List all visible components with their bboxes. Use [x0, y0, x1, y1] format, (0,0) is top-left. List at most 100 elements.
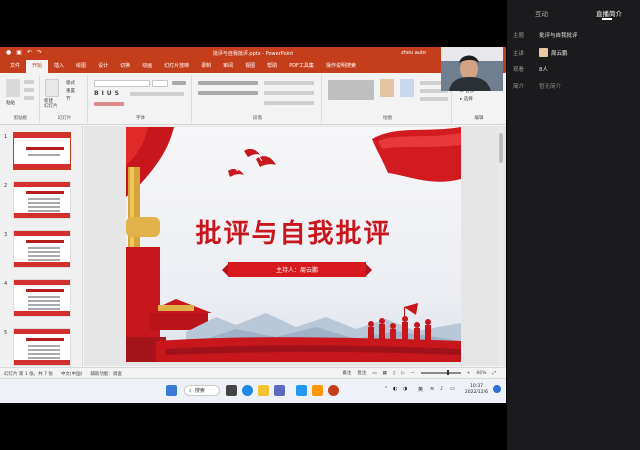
slide-thumbnail[interactable]: [13, 230, 71, 268]
normal-view-icon[interactable]: ▭: [372, 371, 376, 376]
reading-view-icon[interactable]: ▯: [393, 371, 395, 376]
reset-button[interactable]: 重置: [66, 88, 75, 94]
language-indicator[interactable]: 中文(中国): [61, 371, 83, 377]
slide-canvas[interactable]: 批评与自我批评 主持人：周云鹏: [126, 127, 461, 362]
wifi-icon[interactable]: ≋: [430, 386, 434, 392]
store-icon[interactable]: [274, 385, 285, 396]
layout-button[interactable]: 版式: [66, 80, 75, 86]
sorter-view-icon[interactable]: ▦: [383, 371, 387, 376]
group-label: 绘图: [383, 116, 392, 121]
notification-icon[interactable]: [493, 385, 501, 393]
cut-button[interactable]: [24, 80, 34, 84]
slide-thumbnail[interactable]: [13, 279, 71, 317]
zoom-level[interactable]: 66%: [476, 371, 486, 376]
copy-button[interactable]: [24, 88, 34, 92]
ribbon-tab[interactable]: PDF工具集: [283, 60, 320, 73]
group-label: 幻灯片: [57, 116, 72, 121]
section-button[interactable]: 节: [66, 96, 71, 102]
accessibility-indicator[interactable]: 辅助功能：调查: [90, 371, 122, 377]
thumbnail-line: [28, 308, 60, 310]
slideshow-icon[interactable]: ▷: [401, 371, 404, 376]
comments-button[interactable]: 批注: [357, 370, 366, 376]
start-icon[interactable]: [166, 385, 177, 396]
notes-button[interactable]: 备注: [342, 370, 351, 376]
ribbon-tab[interactable]: 切换: [114, 60, 136, 73]
zoom-in-icon[interactable]: +: [467, 371, 471, 376]
font-effects-row[interactable]: [130, 92, 184, 96]
editor-scrollbar[interactable]: [498, 127, 504, 365]
font-size-select[interactable]: [152, 80, 168, 87]
info-row: 简介 暂无简介: [513, 82, 561, 90]
text-direction-button[interactable]: [264, 81, 314, 85]
shape-effects-button[interactable]: [420, 97, 448, 101]
battery-icon[interactable]: ▭: [450, 386, 455, 392]
slide-thumbnail[interactable]: [13, 181, 71, 219]
quick-styles-icon[interactable]: [400, 79, 414, 97]
ribbon-tab[interactable]: 幻灯片放映: [158, 60, 195, 73]
edge-icon[interactable]: [242, 385, 253, 396]
tray-icon-b[interactable]: ◑: [403, 386, 407, 392]
font-name-select[interactable]: [94, 80, 150, 87]
thumbnail-line: [28, 251, 60, 253]
user-name[interactable]: zhou auto: [401, 50, 426, 56]
ribbon-tab[interactable]: 操作说明搜索: [320, 60, 362, 73]
thumbnail-line: [28, 198, 60, 200]
zoom-out-icon[interactable]: −: [411, 371, 415, 376]
file-explorer-icon[interactable]: [258, 385, 269, 396]
app-icon-2[interactable]: [312, 385, 323, 396]
ribbon-tab[interactable]: 文件: [4, 60, 26, 73]
paste-button[interactable]: 粘贴: [6, 100, 15, 106]
shapes-gallery[interactable]: [328, 80, 374, 100]
ribbon-tab[interactable]: 动画: [136, 60, 158, 73]
host-name: 周云鹏: [551, 50, 568, 57]
format-painter-button[interactable]: [24, 96, 34, 100]
ribbon-tab[interactable]: 录制: [195, 60, 217, 73]
font-grow-shrink[interactable]: [172, 81, 186, 85]
group-clipboard: 粘贴 剪贴板: [2, 75, 40, 123]
banner-right-tail: [366, 264, 372, 276]
smartart-button[interactable]: [264, 101, 314, 105]
ribbon-tab[interactable]: 视图: [239, 60, 261, 73]
paste-icon[interactable]: [6, 79, 20, 97]
scrollbar-thumb[interactable]: [499, 133, 503, 163]
align-text-button[interactable]: [264, 91, 314, 95]
font-style-buttons[interactable]: BIUS: [94, 90, 122, 97]
thumbnail-title: [26, 289, 64, 292]
slide-thumbnail[interactable]: [13, 328, 71, 366]
ribbon-tab[interactable]: 插入: [48, 60, 70, 73]
slide-title[interactable]: 批评与自我批评: [126, 213, 461, 250]
input-language[interactable]: 英: [418, 386, 423, 393]
screen: ● ▣ ↶ ↷ 批评与自我批评.pptx - PowerPoint zhou a…: [0, 0, 640, 450]
tab-live-intro[interactable]: 直播简介: [596, 8, 622, 18]
slide-thumbnail[interactable]: [13, 132, 71, 170]
taskbar-clock[interactable]: 10:37 2022/12/6: [465, 384, 488, 396]
clock-date: 2022/12/6: [464, 390, 488, 395]
volume-icon[interactable]: ♪: [440, 386, 443, 392]
ribbon-tab[interactable]: 开始: [26, 60, 49, 73]
thumbnail-line: [28, 154, 60, 156]
app-icon-1[interactable]: [296, 385, 307, 396]
thumbnail-band: [14, 182, 70, 187]
task-view-icon[interactable]: [226, 385, 237, 396]
info-value: 周云鹏: [539, 48, 568, 57]
list-buttons[interactable]: [198, 81, 258, 85]
tray-icon-a[interactable]: ◐: [393, 386, 397, 392]
presenter-text[interactable]: 主持人：周云鹏: [228, 265, 366, 274]
new-slide-button[interactable]: 新建 幻灯片: [44, 99, 58, 109]
select-button[interactable]: ▸ 选择: [460, 96, 473, 102]
ribbon-tab[interactable]: 设计: [92, 60, 114, 73]
thumbnail-band: [14, 133, 70, 138]
tray-chevron-icon[interactable]: ⌃: [384, 386, 388, 392]
arrange-icon[interactable]: [380, 79, 394, 97]
ribbon-tab[interactable]: 审阅: [217, 60, 239, 73]
zoom-slider[interactable]: [420, 370, 461, 375]
new-slide-icon[interactable]: [45, 79, 59, 97]
tab-interaction[interactable]: 互动: [535, 8, 548, 18]
ribbon-tab[interactable]: 帮助: [261, 60, 283, 73]
taskbar-search[interactable]: ⌕ 搜索: [184, 385, 220, 396]
align-buttons[interactable]: [198, 91, 258, 95]
powerpoint-icon[interactable]: [328, 385, 339, 396]
ribbon-tab[interactable]: 绘图: [70, 60, 92, 73]
fit-slide-icon[interactable]: ⤢: [492, 370, 496, 376]
font-color-row[interactable]: [94, 102, 124, 106]
